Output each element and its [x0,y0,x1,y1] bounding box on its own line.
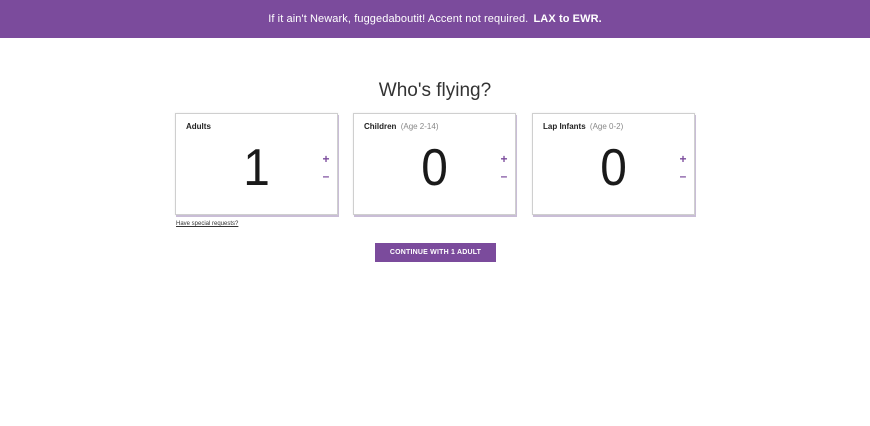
adults-label-text: Adults [186,122,211,131]
page-title: Who's flying? [378,80,492,101]
lap-infants-label: Lap Infants (Age 0-2) [543,122,623,131]
banner-route: LAX to EWR. [533,13,602,25]
lap-infants-label-text: Lap Infants [543,122,586,131]
special-requests-link[interactable]: Have special requests? [176,221,238,227]
lap-infants-count: 0 [600,139,627,197]
children-card: Children (Age 2-14) 0 + – [353,113,516,215]
adults-card: Adults 1 + – [175,113,338,215]
children-label: Children (Age 2-14) [364,122,438,131]
lap-infants-card: Lap Infants (Age 0-2) 0 + – [532,113,695,215]
children-label-text: Children [364,122,397,131]
banner-message: If it ain't Newark, fuggedaboutit! Accen… [268,13,529,25]
children-age-range: (Age 2-14) [400,122,439,131]
children-increment-button[interactable]: + [493,152,515,166]
lap-infants-age-range: (Age 0-2) [589,122,624,131]
adults-label: Adults [186,122,211,131]
children-decrement-button[interactable]: – [493,169,515,183]
continue-button[interactable]: CONTINUE WITH 1 ADULT [375,243,496,262]
adults-increment-button[interactable]: + [315,152,337,166]
adults-count: 1 [243,139,270,197]
lap-infants-increment-button[interactable]: + [672,152,694,166]
adults-decrement-button[interactable]: – [315,169,337,183]
lap-infants-decrement-button[interactable]: – [672,169,694,183]
promo-banner: If it ain't Newark, fuggedaboutit! Accen… [0,0,870,38]
children-count: 0 [421,139,448,197]
